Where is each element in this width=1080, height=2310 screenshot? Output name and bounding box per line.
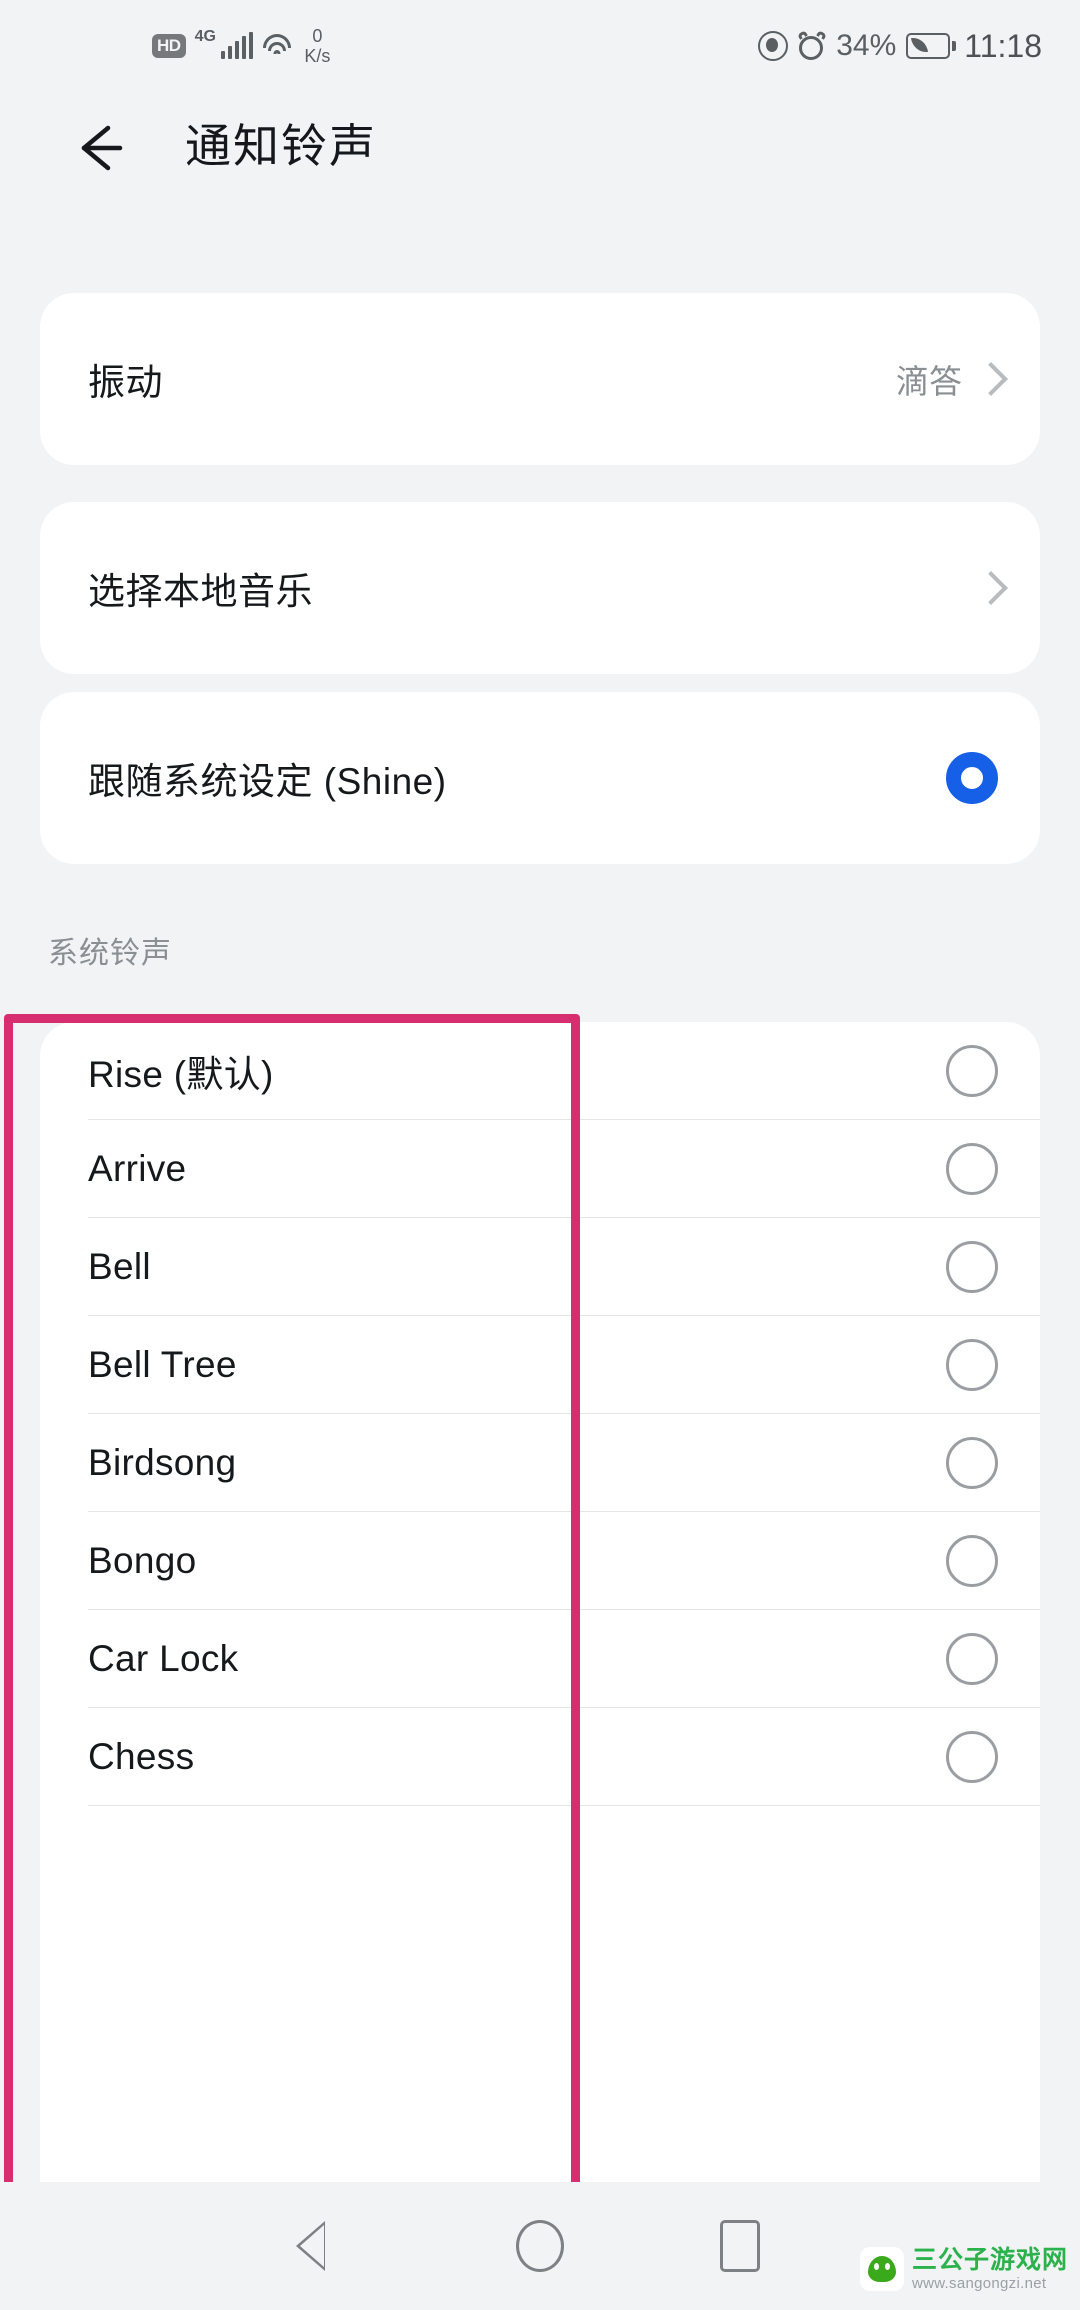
list-item[interactable]: Birdsong [40, 1414, 1040, 1512]
ringtone-label: Rise (默认) [88, 1054, 274, 1095]
radio-unselected-icon[interactable] [946, 1437, 998, 1489]
list-item[interactable]: Rise (默认) [40, 1022, 1040, 1120]
network-speed-indicator: 0 K/s [304, 26, 330, 66]
ringtone-label: Bongo [88, 1540, 197, 1581]
radio-unselected-icon[interactable] [946, 1143, 998, 1195]
vibration-row[interactable]: 振动 滴答 [40, 293, 1040, 465]
watermark: 三公子游戏网 www.sangongzi.net [859, 2246, 1068, 2292]
chevron-right-icon [978, 571, 998, 605]
eye-icon [758, 31, 789, 61]
alarm-clock-icon [797, 30, 828, 61]
select-local-music-label: 选择本地音乐 [88, 571, 313, 612]
nav-home-button[interactable] [440, 2182, 640, 2310]
select-local-music-row[interactable]: 选择本地音乐 [40, 502, 1040, 674]
watermark-text: 三公子游戏网 www.sangongzi.net [912, 2246, 1068, 2292]
wifi-icon [262, 33, 292, 59]
chevron-right-icon [978, 362, 998, 396]
radio-unselected-icon[interactable] [946, 1633, 998, 1685]
watermark-site-name: 三公子游戏网 [911, 2246, 1068, 2274]
battery-power-saving-icon [906, 33, 957, 59]
nav-back-triangle-icon [295, 2219, 356, 2273]
follow-system-setting-card[interactable]: 跟随系统设定 (Shine) [40, 692, 1040, 864]
signal-bars-icon [220, 32, 254, 59]
list-item[interactable]: Car Lock [40, 1610, 1040, 1708]
ringtone-label: Chess [88, 1736, 195, 1777]
system-ringtones-list: Rise (默认) Arrive Bell Bell Tree Birdsong… [40, 1022, 1040, 2182]
network-speed-value: 0 [312, 26, 323, 46]
list-item[interactable]: Chess [40, 1708, 1040, 1806]
app-bar: 通知铃声 [0, 92, 1080, 202]
ringtone-label: Arrive [88, 1148, 187, 1189]
watermark-site-url: www.sangongzi.net [911, 2274, 1047, 2292]
radio-unselected-icon[interactable] [946, 1339, 998, 1391]
radio-unselected-icon[interactable] [946, 1045, 998, 1097]
radio-unselected-icon[interactable] [946, 1241, 998, 1293]
list-item[interactable]: Arrive [40, 1120, 1040, 1218]
list-item[interactable]: Bell Tree [40, 1316, 1040, 1414]
back-arrow-icon[interactable] [68, 114, 132, 178]
battery-percent-label: 34% [836, 29, 897, 62]
panda-logo-icon [859, 2247, 904, 2291]
page-title: 通知铃声 [185, 120, 377, 172]
vibration-setting-card[interactable]: 振动 滴答 [40, 293, 1040, 465]
list-item[interactable]: Bell [40, 1218, 1040, 1316]
network-speed-unit: K/s [304, 46, 331, 66]
ringtone-label: Bell Tree [88, 1344, 237, 1385]
system-ringtones-section-title: 系统铃声 [48, 937, 172, 970]
follow-system-label: 跟随系统设定 (Shine) [88, 761, 447, 802]
vibration-value: 滴答 [896, 363, 962, 400]
status-bar: HD 4G 0 K/s 34% 11:18 [0, 0, 1080, 92]
status-bar-right-group: 34% 11:18 [758, 0, 1042, 92]
network-type-label: 4G [194, 28, 216, 45]
hd-badge-icon: HD [152, 34, 186, 58]
radio-selected-icon[interactable] [946, 752, 998, 804]
phone-screen: HD 4G 0 K/s 34% 11:18 通知铃声 振动 滴答 选择本地音乐 … [0, 0, 1080, 2310]
nav-back-button[interactable] [240, 2182, 440, 2310]
select-local-music-card[interactable]: 选择本地音乐 [40, 502, 1040, 674]
nav-home-circle-icon [516, 2220, 564, 2272]
ringtone-label: Birdsong [88, 1442, 237, 1483]
follow-system-row[interactable]: 跟随系统设定 (Shine) [40, 692, 1040, 864]
radio-unselected-icon[interactable] [946, 1731, 998, 1783]
radio-unselected-icon[interactable] [946, 1535, 998, 1587]
list-divider [88, 1805, 1040, 1806]
nav-recents-button[interactable] [640, 2182, 840, 2310]
list-item[interactable]: Bongo [40, 1512, 1040, 1610]
nav-recents-square-icon [720, 2220, 760, 2272]
vibration-label: 振动 [88, 362, 163, 403]
status-bar-clock: 11:18 [964, 27, 1042, 64]
ringtone-label: Car Lock [88, 1638, 239, 1679]
ringtone-label: Bell [88, 1246, 151, 1287]
status-bar-left-group: HD 4G 0 K/s [152, 0, 330, 92]
